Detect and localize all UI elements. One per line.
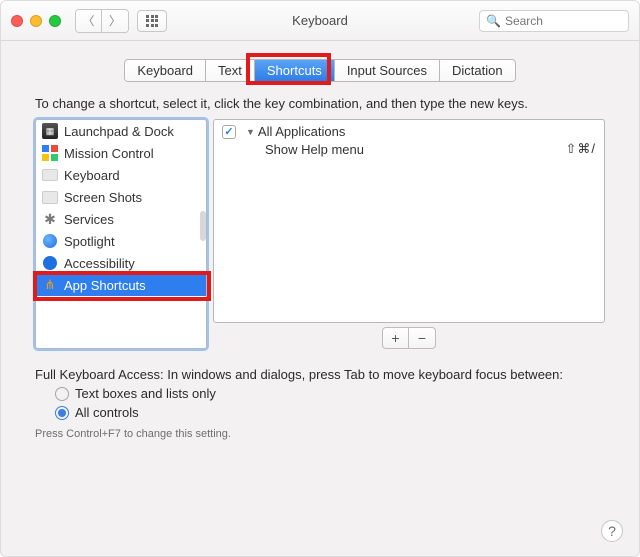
tab-input-sources[interactable]: Input Sources: [335, 60, 440, 81]
category-label: Keyboard: [64, 168, 120, 183]
plus-icon: +: [391, 330, 399, 346]
radio-all-controls[interactable]: All controls: [55, 405, 605, 420]
category-spotlight[interactable]: Spotlight: [36, 230, 206, 252]
shortcut-key-combo[interactable]: ⇧⌘/: [565, 141, 596, 157]
shortcut-label: Show Help menu: [265, 142, 364, 157]
search-icon: 🔍: [486, 14, 501, 28]
tab-shortcuts[interactable]: Shortcuts: [255, 60, 335, 81]
scroll-thumb[interactable]: [200, 211, 206, 241]
search-field-wrap[interactable]: 🔍: [479, 10, 629, 32]
spotlight-icon: [42, 233, 58, 249]
content-area: To change a shortcut, select it, click t…: [1, 82, 639, 349]
category-label: Launchpad & Dock: [64, 124, 174, 139]
radio-label: Text boxes and lists only: [75, 386, 216, 401]
footer-note: Press Control+F7 to change this setting.: [35, 428, 605, 440]
category-services[interactable]: ✱ Services: [36, 208, 206, 230]
category-app-shortcuts[interactable]: ⋔ App Shortcuts: [36, 274, 206, 296]
keyboard-prefs-window: 〈 〉 Keyboard 🔍 Keyboard Text Shortcuts I…: [0, 0, 640, 557]
category-accessibility[interactable]: Accessibility: [36, 252, 206, 274]
add-shortcut-button[interactable]: +: [383, 328, 409, 348]
full-keyboard-access-section: Full Keyboard Access: In windows and dia…: [1, 349, 639, 440]
chevron-right-icon: 〉: [109, 12, 121, 29]
shortcut-detail-list[interactable]: ✓ ▼ All Applications Show Help menu ⇧⌘/: [213, 119, 605, 323]
disclosure-triangle-icon[interactable]: ▼: [246, 127, 255, 137]
window-controls: [11, 15, 61, 27]
minus-icon: −: [418, 330, 426, 346]
accessibility-icon: [42, 255, 58, 271]
radio-label: All controls: [75, 405, 139, 420]
radio-icon: [55, 387, 69, 401]
category-label: Screen Shots: [64, 190, 142, 205]
category-label: Spotlight: [64, 234, 115, 249]
instruction-text: To change a shortcut, select it, click t…: [35, 96, 605, 111]
category-label: Mission Control: [64, 146, 154, 161]
full-keyboard-access-heading: Full Keyboard Access: In windows and dia…: [35, 367, 605, 382]
category-label: Accessibility: [64, 256, 135, 271]
category-mission-control[interactable]: Mission Control: [36, 142, 206, 164]
radio-icon: [55, 406, 69, 420]
shortcut-row-show-help-menu[interactable]: Show Help menu ⇧⌘/: [222, 139, 596, 159]
forward-button[interactable]: 〉: [102, 10, 128, 32]
nav-back-forward: 〈 〉: [75, 9, 129, 33]
minimize-window-button[interactable]: [30, 15, 42, 27]
launchpad-icon: ▦: [42, 123, 58, 139]
help-icon: ?: [608, 523, 616, 539]
chevron-left-icon: 〈: [82, 12, 94, 29]
tab-dictation[interactable]: Dictation: [440, 60, 515, 81]
close-window-button[interactable]: [11, 15, 23, 27]
category-launchpad-dock[interactable]: ▦ Launchpad & Dock: [36, 120, 206, 142]
category-label: Services: [64, 212, 114, 227]
tab-text[interactable]: Text: [206, 60, 255, 81]
show-all-prefs-button[interactable]: [137, 10, 167, 32]
segmented-control: Keyboard Text Shortcuts Input Sources Di…: [124, 59, 515, 82]
tab-bar: Keyboard Text Shortcuts Input Sources Di…: [1, 59, 639, 82]
columns: ▦ Launchpad & Dock Mission Control Keyboa…: [35, 119, 605, 349]
back-button[interactable]: 〈: [76, 10, 102, 32]
mission-control-icon: [42, 145, 58, 161]
titlebar: 〈 〉 Keyboard 🔍: [1, 1, 639, 41]
zoom-window-button[interactable]: [49, 15, 61, 27]
app-shortcuts-icon: ⋔: [42, 277, 58, 293]
grid-icon: [146, 15, 158, 27]
category-label: App Shortcuts: [64, 278, 146, 293]
checkbox-all-applications[interactable]: ✓: [222, 125, 236, 139]
category-screen-shots[interactable]: Screen Shots: [36, 186, 206, 208]
category-list[interactable]: ▦ Launchpad & Dock Mission Control Keyboa…: [35, 119, 207, 349]
search-input[interactable]: [505, 14, 622, 28]
screenshot-icon: [42, 189, 58, 205]
add-remove-bar: + −: [213, 327, 605, 349]
remove-shortcut-button[interactable]: −: [409, 328, 435, 348]
group-all-applications[interactable]: ✓ ▼ All Applications: [222, 124, 596, 139]
group-label: All Applications: [258, 124, 345, 139]
tab-keyboard[interactable]: Keyboard: [125, 60, 206, 81]
keyboard-icon: [42, 167, 58, 183]
radio-text-boxes-only[interactable]: Text boxes and lists only: [55, 386, 605, 401]
help-button[interactable]: ?: [601, 520, 623, 542]
category-keyboard[interactable]: Keyboard: [36, 164, 206, 186]
services-icon: ✱: [42, 211, 58, 227]
